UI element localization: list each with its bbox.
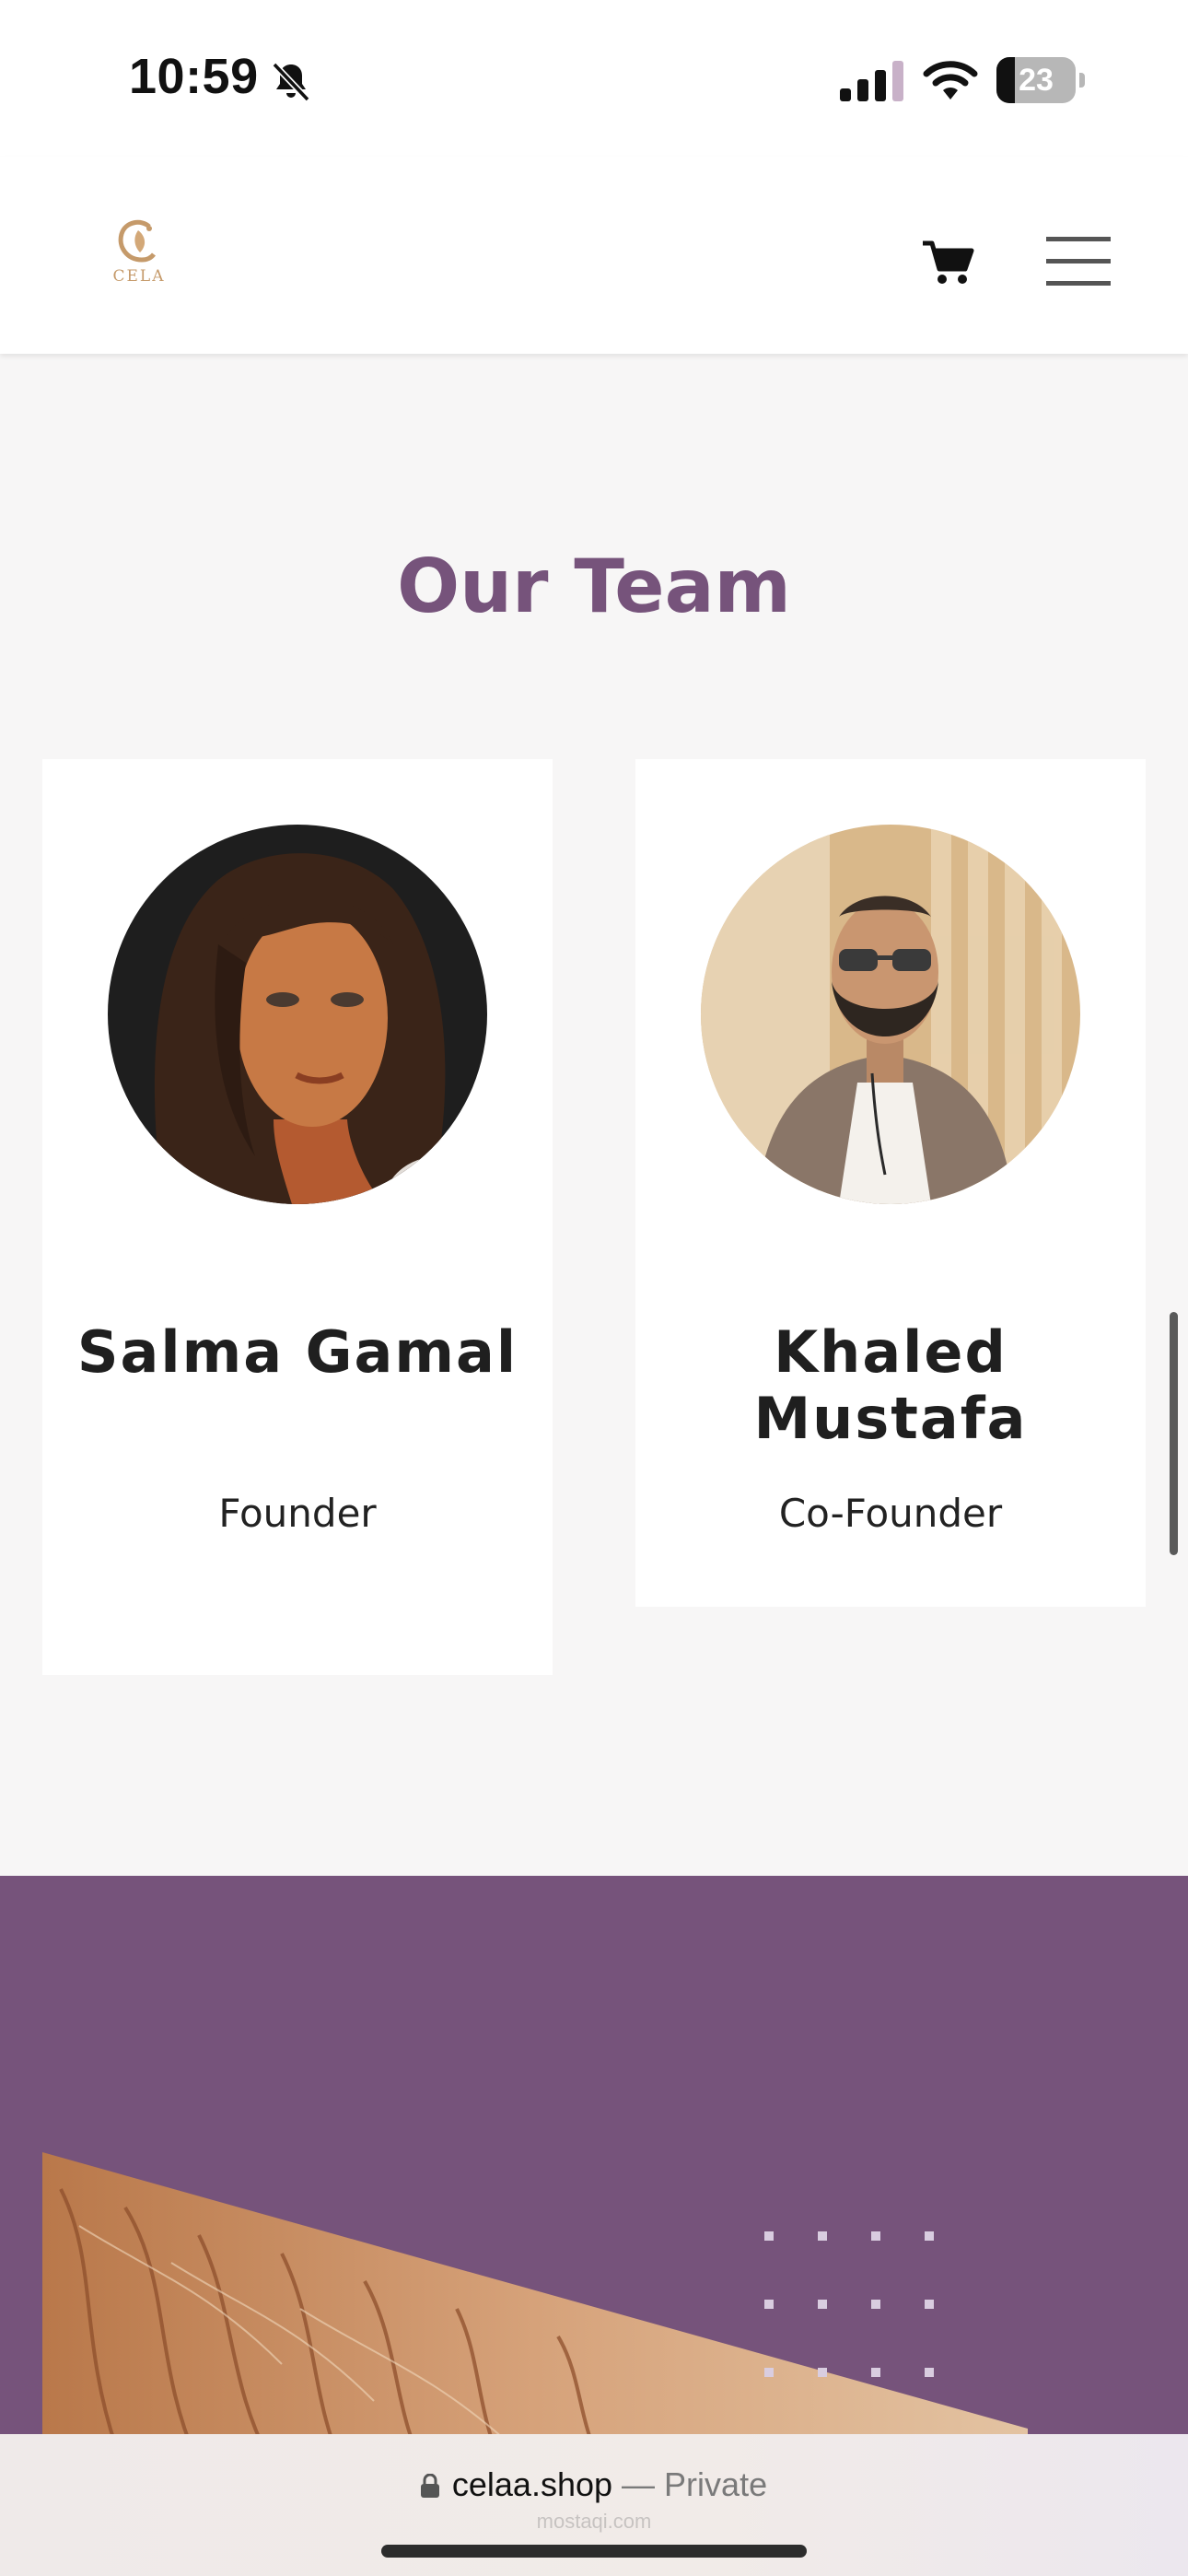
member-role: Co-Founder: [778, 1491, 1003, 1536]
member-role: Founder: [218, 1491, 377, 1536]
member-name: Salma Gamal: [76, 1318, 518, 1386]
wifi-icon: [923, 61, 978, 100]
url-private-label: — Private: [622, 2465, 768, 2503]
battery-body: 23: [996, 57, 1076, 103]
decorative-dot: [818, 2300, 827, 2309]
cart-icon[interactable]: [921, 238, 974, 286]
portrait-image: [108, 825, 487, 1204]
cellular-signal-icon: [840, 61, 903, 101]
decorative-dot: [818, 2231, 827, 2241]
battery-cap: [1079, 73, 1085, 88]
decorative-dot-grid: [764, 2231, 934, 2445]
team-card-khaled: Khaled Mustafa Co-Founder: [635, 759, 1146, 1607]
status-bar: 10:59 23: [0, 0, 1188, 157]
decorative-dot: [871, 2300, 880, 2309]
url-row[interactable]: celaa.shop — Private: [0, 2465, 1188, 2504]
logo-mark-icon: [118, 219, 156, 263]
status-time: 10:59: [129, 49, 259, 104]
portrait-image: [701, 825, 1080, 1204]
member-photo: [701, 825, 1080, 1204]
hamburger-menu-icon[interactable]: [1046, 234, 1111, 287]
decorative-dot: [871, 2368, 880, 2377]
url-domain: celaa.shop: [451, 2465, 613, 2503]
site-header: CELA: [0, 157, 1188, 354]
home-indicator[interactable]: [381, 2545, 807, 2558]
decorative-dot: [818, 2368, 827, 2377]
battery-level: 23: [1019, 63, 1054, 98]
team-card-salma: Salma Gamal Founder: [42, 759, 553, 1675]
battery-icon: 23: [996, 57, 1085, 103]
lock-icon: [420, 2474, 439, 2498]
decorative-dot: [764, 2300, 774, 2309]
watermark-text: mostaqi.com: [536, 2510, 652, 2533]
site-logo[interactable]: CELA: [101, 217, 177, 293]
decorative-dot: [925, 2368, 934, 2377]
decorative-dot: [764, 2368, 774, 2377]
decorative-dot: [925, 2300, 934, 2309]
decorative-dot: [925, 2231, 934, 2241]
browser-address-bar[interactable]: celaa.shop — Private mostaqi.com: [0, 2434, 1188, 2576]
bell-slash-icon: [272, 62, 310, 102]
decorative-dot: [764, 2231, 774, 2241]
member-name: Khaled Mustafa: [753, 1318, 1028, 1452]
logo-text: CELA: [112, 267, 166, 286]
scroll-indicator[interactable]: [1170, 1312, 1178, 1555]
member-photo: [108, 825, 487, 1204]
decorative-dot: [871, 2231, 880, 2241]
team-section-title: Our Team: [397, 544, 791, 629]
